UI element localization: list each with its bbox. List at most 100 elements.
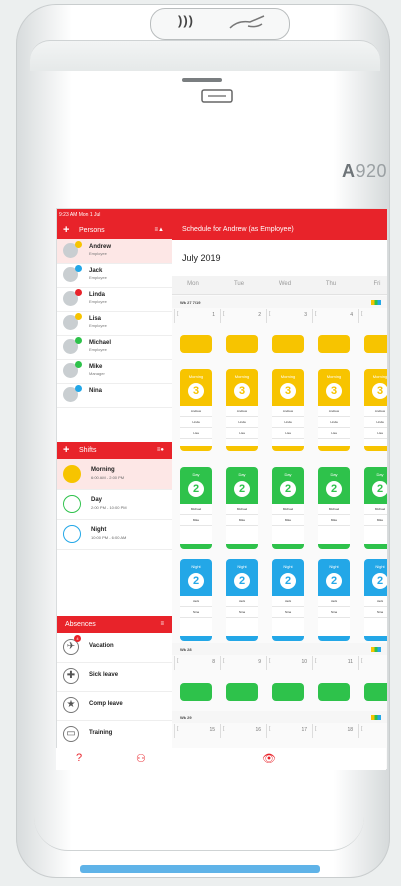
status-dot — [75, 337, 82, 344]
people-icon[interactable]: ⚇ — [136, 752, 146, 765]
shift-names: Andrew Linda Lisa — [180, 406, 212, 446]
shift-card[interactable]: Night 2 Jack Nina — [364, 559, 387, 641]
shift-slot-pill[interactable] — [318, 683, 350, 701]
persons-header: + Persons ≡▲ — [57, 222, 172, 239]
absence-name: Sick leave — [89, 672, 119, 678]
shift-card[interactable]: Day 2 Michael Mike — [364, 467, 387, 549]
shift-card[interactable]: Day 2 Michael Mike — [180, 467, 212, 549]
shift-card[interactable]: Night 2 Jack Nina — [226, 559, 258, 641]
assigned-name: Jack — [318, 596, 350, 607]
shift-count: 2 — [326, 481, 342, 497]
person-item[interactable]: Michael Employee — [57, 335, 172, 360]
nfc-reader-area — [150, 8, 290, 40]
shift-name: Morning — [91, 467, 115, 473]
assigned-name: Linda — [364, 417, 387, 428]
date-cell[interactable]: [18 — [312, 724, 357, 738]
shift-card[interactable]: Morning 3 Andrew Linda Lisa — [364, 369, 387, 451]
shift-count: 2 — [372, 573, 387, 589]
help-icon[interactable]: ? — [76, 752, 82, 764]
shift-card[interactable]: Morning 3 Andrew Linda Lisa — [272, 369, 304, 451]
shift-slot-pill[interactable] — [272, 335, 304, 353]
assigned-name: Lisa — [180, 428, 212, 439]
shift-slot-pill[interactable] — [318, 335, 350, 353]
person-item[interactable]: Nina — [57, 383, 172, 408]
shift-slot-pill[interactable] — [180, 683, 212, 701]
sort-shifts-button[interactable]: ≡● — [157, 442, 164, 459]
schedule-header: Schedule for Andrew (as Employee) — [172, 209, 387, 240]
date-bracket: [ — [315, 311, 317, 317]
person-role: Manager — [89, 371, 105, 376]
shift-item[interactable]: Morning 6:00 AM - 2:00 PM — [57, 459, 172, 490]
absence-item[interactable]: ▭ Training — [57, 720, 172, 750]
date-cell[interactable]: [17 — [266, 724, 311, 738]
date-cell[interactable]: [10 — [266, 656, 311, 670]
absence-item[interactable]: ✈ 4 Vacation — [57, 633, 172, 663]
date-bracket: [ — [361, 311, 363, 317]
date-cell[interactable]: [12 — [358, 656, 387, 670]
shift-card-label: Day — [192, 472, 200, 477]
shift-card[interactable]: Night 2 Jack Nina — [272, 559, 304, 641]
date-cell[interactable]: [11 — [312, 656, 357, 670]
add-shift-button[interactable]: + — [63, 442, 69, 459]
shift-card[interactable]: Night 2 Jack Nina — [180, 559, 212, 641]
assigned-name: Jack — [226, 596, 258, 607]
shift-card-label: Night — [375, 564, 385, 569]
person-item[interactable]: Jack Employee — [57, 263, 172, 288]
eye-icon[interactable]: 👁 — [262, 752, 276, 765]
sort-absences-button[interactable]: ≡ — [160, 616, 164, 633]
date-cell[interactable]: [2 — [220, 309, 265, 323]
shift-card-label: Morning — [188, 374, 204, 379]
absence-item[interactable]: ✚ Sick leave — [57, 662, 172, 692]
shift-slot-pill[interactable] — [226, 335, 258, 353]
shift-card[interactable]: Day 2 Michael Mike — [272, 467, 304, 549]
shift-slot-pill[interactable] — [272, 683, 304, 701]
sort-persons-button[interactable]: ≡▲ — [155, 222, 164, 239]
shift-card-label: Day — [330, 472, 338, 477]
date-cell[interactable]: [5 — [358, 309, 387, 323]
week-label-row: Wk 28 — [172, 643, 387, 655]
printer-icon — [201, 89, 233, 103]
shift-card[interactable]: Day 2 Michael Mike — [318, 467, 350, 549]
date-number: 1 — [212, 312, 215, 318]
shift-slot-pill[interactable] — [226, 683, 258, 701]
add-person-button[interactable]: + — [63, 222, 69, 239]
shift-names: Andrew Linda Lisa — [272, 406, 304, 446]
shift-card[interactable]: Night 2 Jack Nina — [318, 559, 350, 641]
shift-names: Jack Nina — [180, 596, 212, 636]
person-role: Employee — [89, 251, 107, 256]
weekday-header: Mon Tue Wed Thu Fri — [172, 276, 387, 295]
shift-card[interactable]: Day 2 Michael Mike — [226, 467, 258, 549]
date-cell[interactable]: [1 — [174, 309, 219, 323]
date-cell[interactable]: [3 — [266, 309, 311, 323]
date-cell[interactable]: [16 — [220, 724, 265, 738]
date-cell[interactable]: [15 — [174, 724, 219, 738]
date-cell[interactable]: [19 — [358, 724, 387, 738]
month-bar[interactable]: July 2019 — [172, 240, 387, 277]
shift-slot-pill[interactable] — [180, 335, 212, 353]
person-item[interactable]: Mike Manager — [57, 359, 172, 384]
shift-slot-pill[interactable] — [364, 683, 387, 701]
date-cell[interactable]: [8 — [174, 656, 219, 670]
absence-name: Comp leave — [89, 701, 123, 707]
shift-card-label: Day — [284, 472, 292, 477]
absence-item[interactable]: ★ Comp leave — [57, 691, 172, 721]
shift-card[interactable]: Morning 3 Andrew Linda Lisa — [226, 369, 258, 451]
assigned-name: Mike — [180, 515, 212, 526]
date-cell[interactable]: [9 — [220, 656, 265, 670]
person-item[interactable]: Lisa Employee — [57, 311, 172, 336]
shift-names: Jack Nina — [272, 596, 304, 636]
date-cell[interactable]: [4 — [312, 309, 357, 323]
shift-card[interactable]: Morning 3 Andrew Linda Lisa — [180, 369, 212, 451]
shift-item[interactable]: Night 10:00 PM - 6:00 AM — [57, 519, 172, 550]
person-item[interactable]: Andrew Employee — [57, 239, 172, 264]
assigned-name: Michael — [226, 504, 258, 515]
absences-header: Absences ≡ — [57, 616, 172, 633]
weekday-label: Fri — [373, 281, 381, 287]
shift-slot-pill[interactable] — [364, 335, 387, 353]
shift-names: Jack Nina — [364, 596, 387, 636]
person-item[interactable]: Linda Employee — [57, 287, 172, 312]
shift-card-label: Night — [329, 564, 339, 569]
shift-card[interactable]: Morning 3 Andrew Linda Lisa — [318, 369, 350, 451]
shift-item[interactable]: Day 2:00 PM - 10:00 PM — [57, 489, 172, 520]
assigned-name: Linda — [226, 417, 258, 428]
